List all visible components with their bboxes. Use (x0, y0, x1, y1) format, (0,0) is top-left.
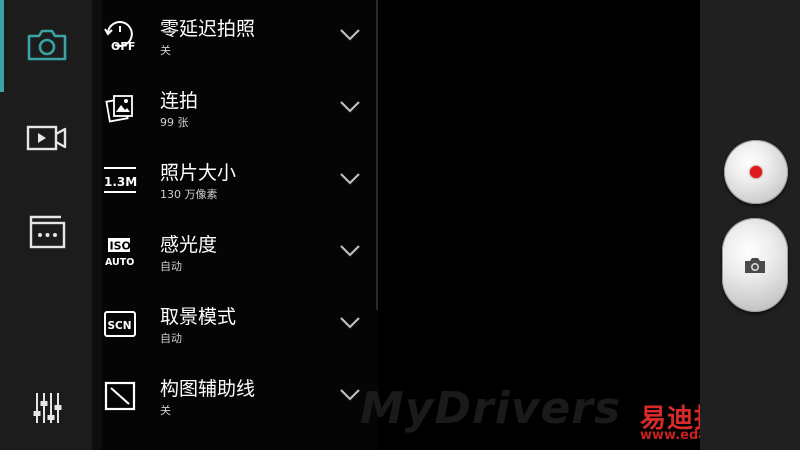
video-record-button[interactable] (724, 140, 788, 204)
setting-value: 关 (160, 404, 171, 417)
setting-title: 感光度 (160, 234, 218, 256)
shutter-button[interactable] (722, 218, 788, 312)
photo-size-icon: 1.3M (102, 162, 138, 198)
setting-title: 构图辅助线 (160, 378, 256, 400)
setting-value: 99 张 (160, 116, 189, 129)
setting-value: 自动 (160, 260, 182, 273)
record-dot-icon (750, 166, 762, 178)
camera-mode-button[interactable] (22, 25, 72, 65)
setting-row-zero-shutter-lag[interactable]: OFF 零延迟拍照 关 (102, 0, 378, 72)
mode-rail (0, 0, 92, 450)
svg-text:OFF: OFF (111, 40, 135, 53)
zero-shutter-lag-icon: OFF (102, 18, 138, 54)
more-modes-icon (29, 215, 66, 249)
scene-mode-icon: SCN (102, 306, 138, 342)
chevron-down-icon[interactable] (339, 242, 361, 258)
setting-value: 130 万像素 (160, 188, 218, 201)
watermark: MyDrivers (360, 383, 622, 434)
svg-text:SCN: SCN (108, 320, 132, 332)
chevron-down-icon[interactable] (339, 314, 361, 330)
video-mode-button[interactable] (22, 118, 72, 158)
setting-value: 自动 (160, 332, 182, 345)
setting-title: 连拍 (160, 90, 199, 112)
setting-row-burst[interactable]: 连拍 99 张 (102, 72, 378, 144)
more-modes-button[interactable] (22, 212, 72, 252)
setting-title: 取景模式 (160, 306, 237, 328)
setting-title: 照片大小 (160, 162, 237, 184)
rail-shadow (92, 0, 102, 450)
svg-text:1.3M: 1.3M (104, 175, 137, 189)
setting-row-grid-lines[interactable]: 构图辅助线 关 (102, 360, 378, 432)
chevron-down-icon[interactable] (339, 26, 361, 42)
chevron-down-icon[interactable] (339, 98, 361, 114)
video-icon (26, 125, 67, 151)
settings-button[interactable] (22, 388, 72, 428)
setting-title: 零延迟拍照 (160, 18, 256, 40)
iso-icon: ISO AUTO (102, 234, 138, 270)
svg-text:AUTO: AUTO (105, 257, 134, 268)
settings-sliders-icon (33, 393, 62, 423)
chevron-down-icon[interactable] (339, 170, 361, 186)
chevron-down-icon[interactable] (339, 386, 361, 402)
setting-row-iso[interactable]: ISO AUTO 感光度 自动 (102, 216, 378, 288)
setting-value: 关 (160, 44, 171, 57)
svg-text:ISO: ISO (110, 240, 131, 253)
active-mode-indicator (0, 0, 4, 92)
camera-icon (27, 29, 67, 61)
burst-icon (102, 90, 138, 126)
grid-lines-icon (102, 378, 138, 414)
setting-row-photo-size[interactable]: 1.3M 照片大小 130 万像素 (102, 144, 378, 216)
setting-row-scene-mode[interactable]: SCN 取景模式 自动 (102, 288, 378, 360)
settings-panel: OFF 零延迟拍照 关 连拍 99 张 1.3M 照片大小 130 万像素 IS… (102, 0, 378, 450)
camera-icon (745, 258, 765, 273)
